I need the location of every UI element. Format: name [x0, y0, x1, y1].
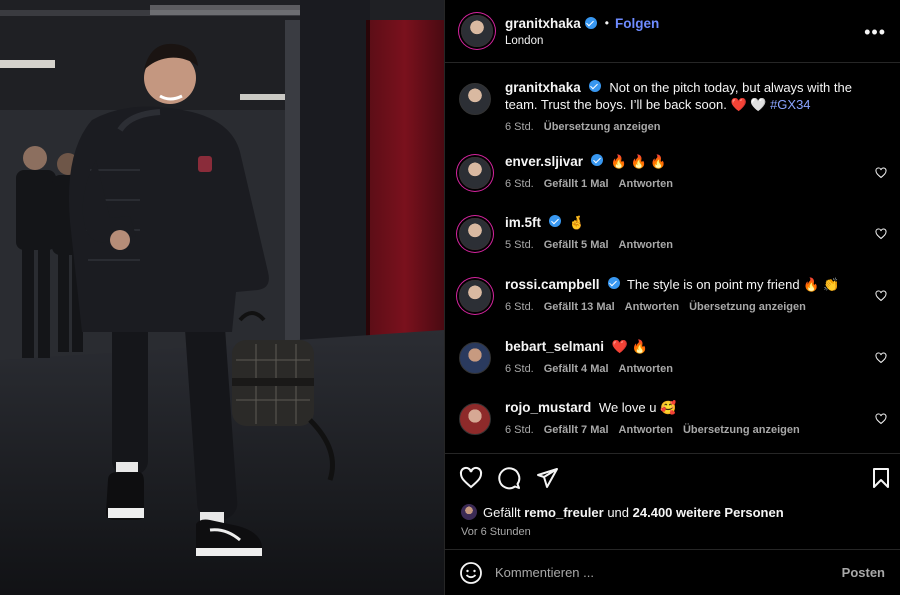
commenter-username[interactable]: enver.sljivar — [505, 154, 583, 169]
commenter-avatar[interactable] — [459, 218, 491, 250]
commenter-avatar[interactable] — [459, 342, 491, 374]
comment-text: 🔥 🔥 🔥 — [610, 154, 667, 169]
more-horizontal-icon[interactable]: ••• — [864, 22, 886, 43]
emoji-icon[interactable] — [459, 561, 483, 585]
comment-time[interactable]: 6 Std. — [505, 424, 534, 436]
comment-likes[interactable]: Gefällt 7 Mal — [544, 424, 609, 436]
post-comment-button[interactable]: Posten — [842, 565, 885, 580]
author-username[interactable]: granitxhaka — [505, 16, 581, 31]
comment-text: We love u 🥰 — [598, 400, 677, 415]
follow-button[interactable]: Folgen — [615, 16, 659, 31]
verified-icon — [584, 17, 597, 29]
post-header: granitxhaka • Folgen London ••• — [445, 0, 900, 63]
player-photo — [0, 0, 444, 595]
translate-link[interactable]: Übersetzung anzeigen — [689, 301, 806, 313]
post-actions: Gefällt remo_freuler und 24.400 weitere … — [445, 453, 900, 549]
comment-item: enver.sljivar 🔥 🔥 🔥 6 Std. Gefällt 1 Mal… — [459, 153, 889, 190]
comment-item: rossi.campbell The style is on point my … — [459, 276, 889, 313]
commenter-avatar[interactable] — [459, 403, 491, 435]
bookmark-icon[interactable] — [869, 466, 893, 490]
likes-count[interactable]: 24.400 weitere Personen — [633, 505, 784, 520]
comment-like-heart-icon[interactable] — [875, 290, 887, 302]
reply-button[interactable]: Antworten — [625, 301, 679, 313]
caption: granitxhaka Not on the pitch today, but … — [459, 79, 889, 133]
post-timestamp[interactable]: Vor 6 Stunden — [461, 526, 531, 538]
comment-time[interactable]: 6 Std. — [505, 363, 534, 375]
post-photo[interactable] — [0, 0, 444, 595]
verified-icon — [588, 80, 601, 92]
comment-likes[interactable]: Gefällt 5 Mal — [544, 239, 609, 251]
reply-button[interactable]: Antworten — [619, 239, 673, 251]
commenter-avatar[interactable] — [459, 280, 491, 312]
caption-author-avatar[interactable] — [459, 83, 491, 115]
separator-dot: • — [604, 16, 609, 30]
comment-item: im.5ft 🤞 5 Std. Gefällt 5 Mal Antworten — [459, 214, 889, 251]
comment-input[interactable] — [495, 565, 842, 580]
comment-time[interactable]: 5 Std. — [505, 239, 534, 251]
commenter-username[interactable]: rossi.campbell — [505, 277, 600, 292]
comments-list[interactable]: granitxhaka Not on the pitch today, but … — [445, 63, 900, 453]
comment-item: bebart_selmani ❤️ 🔥 6 Std. Gefällt 4 Mal… — [459, 338, 889, 375]
likes-user[interactable]: remo_freuler — [524, 505, 603, 520]
author-avatar[interactable] — [461, 15, 493, 47]
comment-like-heart-icon[interactable] — [875, 413, 887, 425]
post-side-panel: granitxhaka • Folgen London ••• granitxh… — [444, 0, 900, 595]
caption-translate-link[interactable]: Übersetzung anzeigen — [544, 121, 661, 133]
comment-likes[interactable]: Gefällt 1 Mal — [544, 178, 609, 190]
comment-text: The style is on point my friend 🔥 👏 — [626, 277, 840, 292]
like-heart-icon[interactable] — [459, 466, 483, 490]
commenter-avatar[interactable] — [459, 157, 491, 189]
caption-time[interactable]: 6 Std. — [505, 121, 534, 133]
verified-icon — [591, 154, 604, 166]
post-location[interactable]: London — [505, 35, 659, 47]
reply-button[interactable]: Antworten — [619, 424, 673, 436]
comment-item: rojo_mustard We love u 🥰 6 Std. Gefällt … — [459, 399, 889, 436]
likes-prefix: Gefällt — [483, 504, 521, 520]
comment-text: ❤️ 🔥 — [611, 339, 648, 354]
author-info: granitxhaka • Folgen London — [505, 16, 659, 47]
commenter-username[interactable]: bebart_selmani — [505, 339, 604, 354]
share-send-icon[interactable] — [535, 466, 559, 490]
comment-text: 🤞 — [568, 215, 585, 230]
commenter-username[interactable]: im.5ft — [505, 215, 541, 230]
likes-mid: und — [607, 504, 630, 520]
liker-avatar — [461, 504, 477, 520]
comment-like-heart-icon[interactable] — [875, 167, 887, 179]
verified-icon — [549, 215, 562, 227]
commenter-username[interactable]: rojo_mustard — [505, 400, 591, 415]
reply-button[interactable]: Antworten — [619, 363, 673, 375]
comment-bubble-icon[interactable] — [497, 466, 521, 490]
comment-time[interactable]: 6 Std. — [505, 178, 534, 190]
comment-like-heart-icon[interactable] — [875, 228, 887, 240]
caption-author[interactable]: granitxhaka — [505, 80, 581, 95]
reply-button[interactable]: Antworten — [619, 178, 673, 190]
comment-like-heart-icon[interactable] — [875, 352, 887, 364]
hashtag-link[interactable]: #GX34 — [770, 97, 810, 112]
comment-composer: Posten — [445, 549, 900, 595]
comment-likes[interactable]: Gefällt 13 Mal — [544, 301, 615, 313]
likes-summary[interactable]: Gefällt remo_freuler und 24.400 weitere … — [461, 504, 784, 520]
comment-time[interactable]: 6 Std. — [505, 301, 534, 313]
translate-link[interactable]: Übersetzung anzeigen — [683, 424, 800, 436]
verified-icon — [607, 277, 620, 289]
comment-likes[interactable]: Gefällt 4 Mal — [544, 363, 609, 375]
